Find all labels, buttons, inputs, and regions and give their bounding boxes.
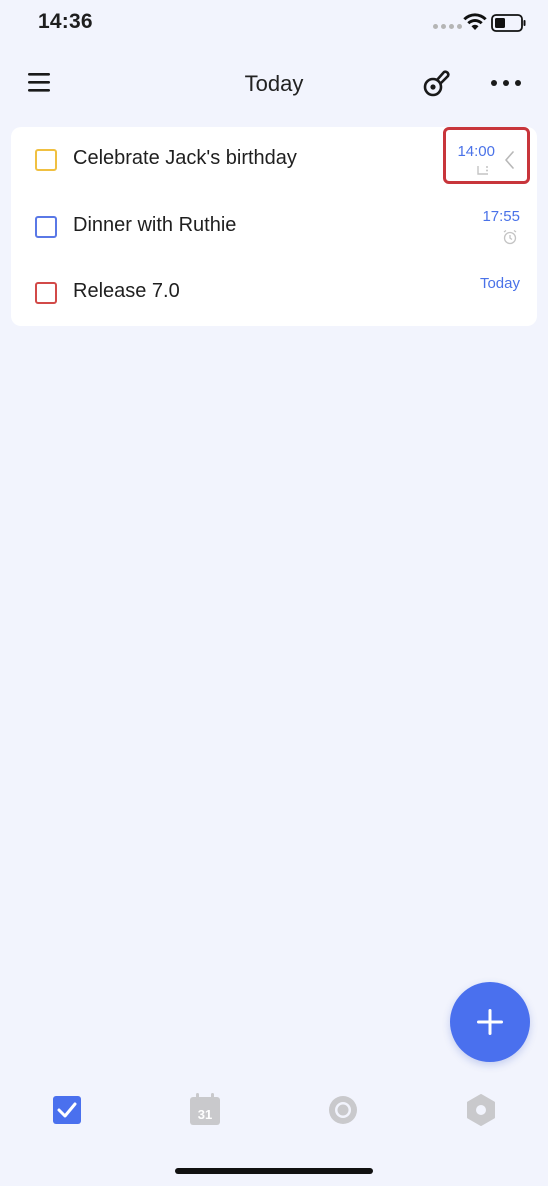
- task-title: Celebrate Jack's birthday: [73, 147, 297, 169]
- task-row[interactable]: Release 7.0 Today: [11, 260, 537, 326]
- task-list: Celebrate Jack's birthday 14:00 Dinner w…: [11, 127, 537, 326]
- task-checkbox[interactable]: [35, 149, 57, 171]
- alarm-icon: [503, 229, 517, 245]
- battery-icon: [491, 14, 526, 32]
- tab-calendar[interactable]: 31: [185, 1090, 225, 1130]
- home-indicator: [175, 1168, 373, 1174]
- task-checkbox[interactable]: [35, 282, 57, 304]
- status-time: 14:36: [38, 10, 93, 33]
- add-task-button[interactable]: [450, 982, 530, 1062]
- task-checkbox[interactable]: [35, 216, 57, 238]
- calendar-icon: 31: [190, 1093, 220, 1125]
- calendar-day-number: 31: [198, 1107, 212, 1122]
- task-row[interactable]: Dinner with Ruthie 17:55: [11, 194, 537, 260]
- task-title: Release 7.0: [73, 280, 180, 302]
- bottom-tab-bar: 31: [0, 1080, 548, 1140]
- theme-palette-icon[interactable]: [420, 68, 452, 100]
- checkbox-checked-icon: [53, 1096, 81, 1124]
- task-title: Dinner with Ruthie: [73, 214, 237, 236]
- more-options-icon[interactable]: [490, 79, 522, 87]
- focus-timer-icon: [329, 1096, 357, 1124]
- wifi-icon: [463, 13, 487, 30]
- tab-focus[interactable]: [323, 1090, 363, 1130]
- top-navigation-bar: Today: [0, 58, 548, 110]
- page-title: Today: [244, 71, 304, 96]
- cellular-signal-icon: [433, 24, 462, 29]
- highlight-box: [443, 127, 530, 184]
- tab-tasks[interactable]: [47, 1090, 87, 1130]
- task-due-time: 17:55: [482, 208, 520, 225]
- task-row[interactable]: Celebrate Jack's birthday 14:00: [11, 127, 537, 193]
- tab-settings[interactable]: [461, 1090, 501, 1130]
- plus-icon: [477, 1009, 503, 1035]
- status-bar: 14:36: [0, 0, 548, 50]
- task-due-time: Today: [479, 275, 520, 292]
- hexagon-settings-icon: [467, 1094, 495, 1126]
